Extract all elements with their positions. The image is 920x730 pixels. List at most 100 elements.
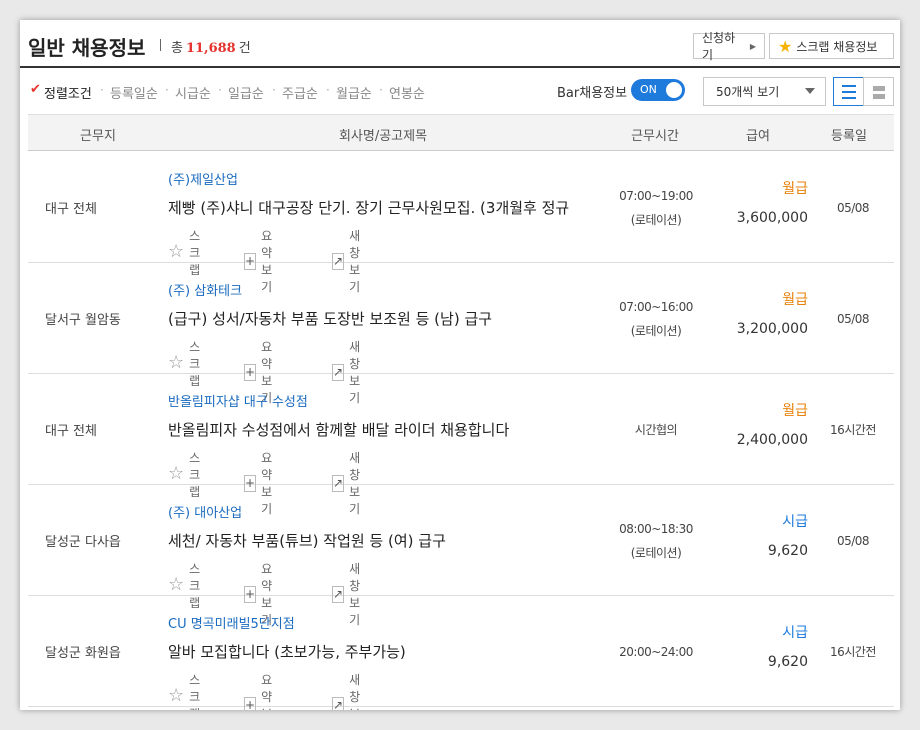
bar-info-label: Bar채용정보 [557,86,628,101]
sort-by-daily[interactable]: 일급순 [228,83,264,102]
job-title-link[interactable]: 세천/ 자동차 부품(튜브) 작업원 등 (여) 급구 [168,530,593,551]
row-hours: 07:00~16:00 (로테이션) [600,263,712,374]
compact-view-button[interactable] [863,77,894,106]
row-location: 달성군 화원읍 [45,646,121,661]
compact-view-icon [873,94,885,99]
company-link[interactable]: 반올림피자샵 대구 수성점 [168,391,308,410]
summary-label: 요약보기 [261,673,273,710]
table-row: 달서구 월암동 (주) 삼화테크 (급구) 성서/자동차 부품 도장반 보조원 등 … [28,263,894,405]
job-title-link[interactable]: (급구) 성서/자동차 부품 도장반 보조원 등 (남) 급구 [168,308,593,329]
list-view-icon [842,85,856,87]
row-hours: 07:00~19:00 (로테이션) [600,152,712,263]
separator-dot: · [100,83,104,97]
page-size-value: 50개씩 보기 [716,85,780,99]
register-date: 05/08 [836,533,870,548]
sort-by-yearly[interactable]: 연봉순 [389,83,425,102]
total-count: 총 11,688 건 [171,37,251,56]
sort-by-weekly[interactable]: 주급순 [282,83,318,102]
company-link[interactable]: (주)제일산업 [168,169,238,188]
shift-type: (로테이션) [630,323,682,338]
row-hours: 시간협의 [600,374,712,485]
register-date: 16시간전 [830,645,876,659]
pay-type: 월급 [782,292,808,308]
check-icon: ✔ [30,82,41,97]
star-outline-icon: ☆ [168,352,185,373]
apply-button-label: 신청하기 [702,31,736,62]
page-title: 일반 채용정보 [28,36,146,60]
shift-type: (로테이션) [630,545,682,560]
sort-by-hourly[interactable]: 시급순 [175,83,211,102]
star-icon: ★ [778,36,793,56]
header-bar: 일반 채용정보 총 11,688 건 신청하기 ▶ ★ 스크랩 채용정보 [20,20,900,68]
pay-amount: 3,200,000 [736,321,808,337]
total-count-value: 11,688 [185,41,236,56]
company-link[interactable]: CU 명곡미래빌5단지점 [168,613,295,632]
col-date: 등록일 [831,129,867,144]
summary-button[interactable]: + 요약보기 [244,671,277,710]
toggle-knob [666,82,682,98]
separator-dot: · [272,83,276,97]
page-size-select[interactable]: 50개씩 보기 [703,77,826,106]
row-hours: 20:00~24:00 [600,596,712,707]
compact-view-icon [873,86,885,91]
company-link[interactable]: (주) 대아산업 [168,502,242,521]
star-outline-icon: ☆ [168,685,185,706]
chevron-down-icon [805,88,815,94]
row-hours: 08:00~18:30 (로테이션) [600,485,712,596]
toggle-on-label: ON [640,83,657,96]
row-location: 대구 전체 [45,424,97,439]
list-view-icon [842,91,856,93]
row-location: 달성군 다사읍 [45,535,121,550]
table-row: 달성군 화원읍 CU 명곡미래빌5단지점알바 모집합니다 (초보가능, 주부가능)… [28,596,894,710]
star-outline-icon: ☆ [168,574,185,595]
hours-range: 07:00~16:00 [619,299,693,314]
register-date: 16시간전 [830,423,876,437]
caret-right-icon: ▶ [749,41,756,51]
pay-type: 시급 [782,625,808,641]
row-location: 달서구 월암동 [45,313,121,328]
register-date: 05/08 [836,200,870,215]
separator-dot: · [218,83,222,97]
hours-range: 시간협의 [634,422,678,437]
plus-icon: + [244,696,257,710]
list-view-icon [842,97,856,99]
pay-type: 월급 [782,403,808,419]
list-view-button[interactable] [833,77,864,106]
new-window-label: 새창보기 [349,673,361,710]
scrap-button[interactable]: ☆ 스크랩 [168,671,201,710]
sort-by-monthly[interactable]: 월급순 [336,83,372,102]
job-title-link[interactable]: 알바 모집합니다 (초보가능, 주부가능) [168,641,593,662]
pay-amount: 2,400,000 [736,432,808,448]
apply-button[interactable]: 신청하기 ▶ [693,31,765,62]
separator-dot: · [379,83,383,97]
external-link-icon: ↗ [332,696,345,710]
row-location: 대구 전체 [45,202,97,217]
new-window-button[interactable]: ↗ 새창보기 [332,671,365,710]
table-row: 달성군 다사읍 (주) 대아산업세천/ 자동차 부품(튜브) 작업원 등 (여) … [28,485,894,627]
bar-info-toggle[interactable]: ON [631,79,685,101]
pay-type: 월급 [782,181,808,197]
pay-type: 시급 [782,514,808,530]
hours-range: 08:00~18:30 [619,521,693,536]
table-header: 근무지 회사명/공고제목 근무시간 급여 등록일 [28,114,894,151]
total-prefix: 총 [171,41,183,56]
job-listing-panel: 일반 채용정보 총 11,688 건 신청하기 ▶ ★ 스크랩 채용정보 ✔ 정렬조… [20,20,900,710]
col-pay: 급여 [746,129,770,144]
job-title-link[interactable]: 반올림피자 수성점에서 함께할 배달 라이더 채용합니다 [168,419,593,440]
job-title-link[interactable]: 제빵 (주)샤니 대구공장 단기. 장기 근무사원모집. (3개월후 정규 [168,197,593,218]
sort-by-date[interactable]: 등록일순 [110,83,158,102]
scrap-list-button[interactable]: ★ 스크랩 채용정보 [769,33,894,59]
register-date: 05/08 [836,311,870,326]
scrap-label: 스크랩 [189,673,201,710]
star-outline-icon: ☆ [168,463,185,484]
star-outline-icon: ☆ [168,241,185,262]
col-location: 근무지 [80,129,116,144]
col-company-title: 회사명/공고제목 [338,129,428,144]
separator-dot: · [165,83,169,97]
table-row: 대구 전체 (주)제일산업제빵 (주)샤니 대구공장 단기. 장기 근무사원모집.… [28,152,894,294]
col-hours: 근무시간 [631,129,679,144]
company-link[interactable]: (주) 삼화테크 [168,280,242,299]
sort-condition[interactable]: 정렬조건 [44,83,92,102]
separator-dot: · [326,83,330,97]
total-suffix: 건 [238,41,251,56]
